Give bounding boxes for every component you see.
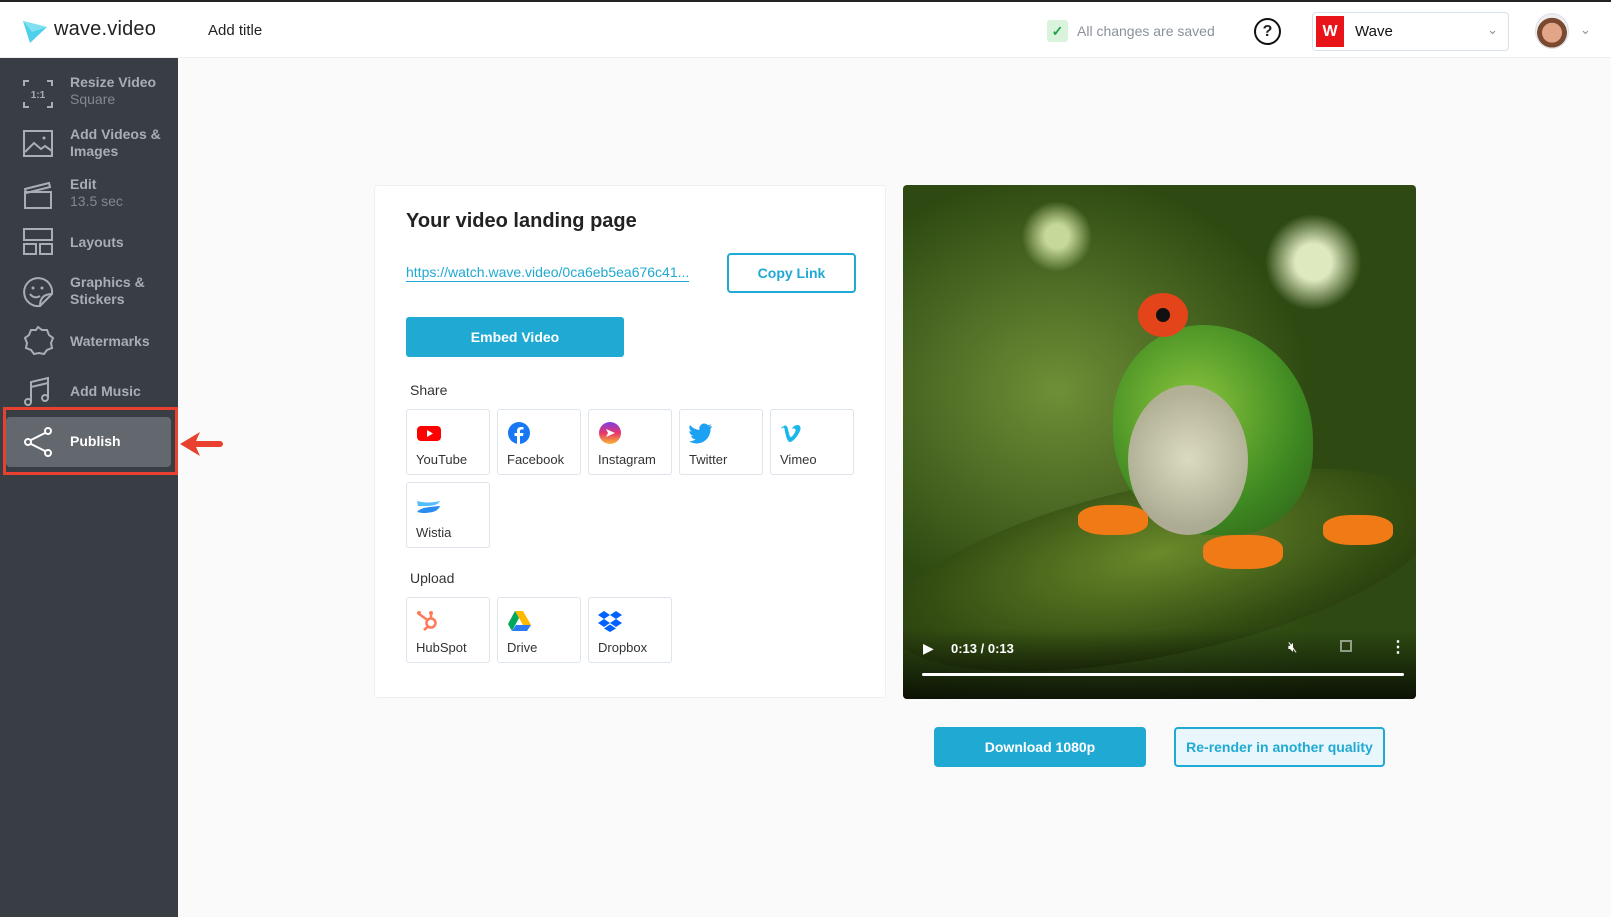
resize-icon: 1:1 — [23, 80, 53, 108]
sidebar-item-label: Add Videos & Images — [70, 126, 161, 159]
share-youtube[interactable]: YouTube — [406, 409, 490, 475]
tile-label: Vimeo — [780, 452, 817, 467]
sidebar-item-label: Resize Video — [70, 74, 157, 90]
sidebar-item-resize[interactable]: 1:1 Resize Video Square — [0, 70, 178, 118]
tile-label: Drive — [507, 640, 538, 655]
video-controls: ▶ 0:13 / 0:13 🔇︎ ⋮ — [903, 629, 1416, 699]
tile-label: Wistia — [416, 525, 452, 540]
help-button[interactable]: ? — [1254, 18, 1281, 45]
dropbox-icon — [598, 611, 622, 632]
share-wistia[interactable]: Wistia — [406, 482, 490, 548]
layout-icon — [23, 228, 53, 255]
google-drive-icon — [508, 611, 531, 631]
svg-text:1:1: 1:1 — [31, 90, 46, 101]
video-frame-frog-eye — [1138, 293, 1188, 337]
video-frame-frog-foot — [1323, 515, 1393, 545]
sticker-icon — [23, 277, 54, 308]
tile-label: HubSpot — [416, 640, 467, 655]
brand-name[interactable]: wave.video — [54, 18, 156, 41]
workspace-name: Wave — [1355, 23, 1393, 40]
sidebar-item-watermarks[interactable]: Watermarks — [0, 317, 178, 365]
check-icon: ✓ — [1047, 20, 1068, 42]
video-title-input[interactable]: Add title — [208, 22, 262, 39]
red-arrow-annotation — [180, 432, 223, 456]
wistia-icon — [417, 501, 440, 513]
share-instagram[interactable]: Instagram — [588, 409, 672, 475]
hubspot-icon — [417, 611, 437, 631]
sidebar-item-music[interactable]: Add Music — [0, 367, 178, 415]
facebook-icon — [508, 422, 530, 444]
sidebar-item-label: Edit — [70, 176, 97, 192]
music-icon — [24, 376, 49, 406]
sidebar-item-sub: 13.5 sec — [70, 193, 123, 209]
rerender-button[interactable]: Re-render in another quality — [1174, 727, 1385, 767]
tile-label: Dropbox — [598, 640, 648, 655]
landing-page-link[interactable]: https://watch.wave.video/0ca6eb5ea676c41… — [406, 264, 690, 282]
save-status: All changes are saved — [1077, 23, 1215, 39]
avatar[interactable] — [1535, 13, 1569, 49]
wave-logo-icon — [23, 21, 47, 43]
youtube-icon — [417, 426, 441, 441]
sidebar-item-label: Publish — [70, 433, 121, 449]
sidebar-item-edit[interactable]: Edit 13.5 sec — [0, 170, 178, 218]
clapperboard-icon — [23, 181, 52, 209]
muted-speaker-icon[interactable]: 🔇︎ — [1288, 639, 1297, 656]
sidebar-item-label: Watermarks — [70, 333, 150, 349]
workspace-logo: W — [1316, 16, 1344, 47]
sidebar-item-sub: Square — [70, 91, 116, 107]
twitter-icon — [689, 423, 712, 444]
share-facebook[interactable]: Facebook — [497, 409, 581, 475]
card-title: Your video landing page — [406, 210, 637, 232]
video-frame-frog-foot — [1203, 535, 1283, 569]
share-label: Share — [410, 382, 448, 398]
copy-link-button[interactable]: Copy Link — [727, 253, 856, 293]
embed-video-button[interactable]: Embed Video — [406, 317, 624, 357]
share-vimeo[interactable]: Vimeo — [770, 409, 854, 475]
chevron-down-icon[interactable]: ⌄ — [1580, 22, 1591, 38]
download-button[interactable]: Download 1080p — [934, 727, 1146, 767]
play-icon[interactable]: ▶ — [923, 640, 934, 657]
workspace-dropdown[interactable]: W Wave ⌄ — [1312, 12, 1509, 51]
tile-label: Facebook — [507, 452, 565, 467]
video-time: 0:13 / 0:13 — [951, 641, 1014, 656]
sidebar-item-label: Add Music — [70, 383, 141, 399]
more-options-icon[interactable]: ⋮ — [1390, 637, 1406, 657]
landing-page-card: Your video landing page https://watch.wa… — [374, 185, 886, 698]
upload-dropbox[interactable]: Dropbox — [588, 597, 672, 663]
share-twitter[interactable]: Twitter — [679, 409, 763, 475]
video-frame-frog-foot — [1078, 505, 1148, 535]
share-icon — [24, 427, 52, 457]
instagram-icon — [599, 422, 621, 444]
image-icon — [23, 130, 53, 157]
video-progress-bar[interactable] — [922, 673, 1404, 676]
upload-label: Upload — [410, 570, 455, 586]
top-bar: wave.video Add title ✓ All changes are s… — [0, 0, 1611, 58]
vimeo-icon — [781, 425, 801, 442]
watermark-icon — [23, 325, 54, 356]
sidebar-item-label: Layouts — [70, 234, 124, 250]
upload-hubspot[interactable]: HubSpot — [406, 597, 490, 663]
sidebar-item-layouts[interactable]: Layouts — [0, 218, 178, 266]
tile-label: YouTube — [416, 452, 468, 467]
fullscreen-icon[interactable] — [1340, 640, 1352, 652]
chevron-down-icon: ⌄ — [1487, 22, 1498, 37]
sidebar-item-publish[interactable]: Publish — [0, 418, 178, 466]
upload-drive[interactable]: Drive — [497, 597, 581, 663]
sidebar-item-graphics[interactable]: Graphics & Stickers — [0, 268, 178, 316]
tile-label: Twitter — [689, 452, 728, 467]
video-player[interactable]: ▶ 0:13 / 0:13 🔇︎ ⋮ — [903, 185, 1416, 699]
tile-label: Instagram — [598, 452, 656, 467]
sidebar-item-add-videos[interactable]: Add Videos & Images — [0, 120, 178, 168]
sidebar-item-label: Graphics & Stickers — [70, 274, 145, 307]
